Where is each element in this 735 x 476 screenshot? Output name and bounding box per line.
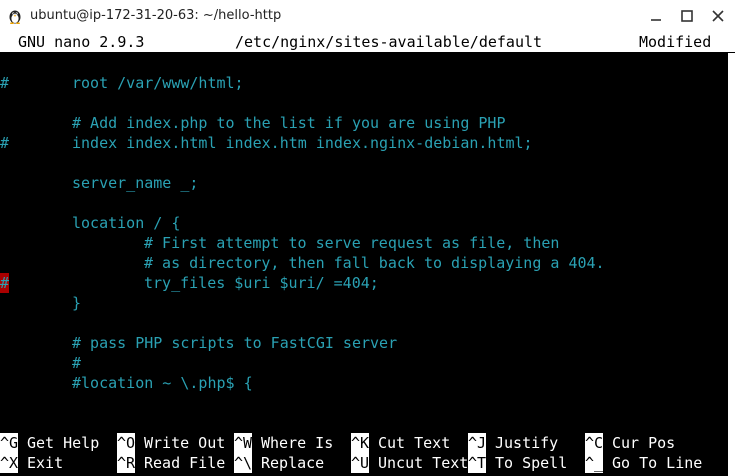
- editor-line[interactable]: # Add index.php to the list if you are u…: [0, 113, 728, 133]
- nano-header-bar: GNU nano 2.9.3 /etc/nginx/sites-availabl…: [0, 32, 735, 52]
- editor-line[interactable]: }: [0, 293, 728, 313]
- shortcut-key: ^W: [234, 433, 253, 453]
- maximize-icon[interactable]: [677, 6, 697, 26]
- editor-line[interactable]: # try_files $uri $uri/ =404;: [0, 273, 728, 293]
- editor-line[interactable]: [0, 153, 728, 173]
- shortcut-label: Justify: [495, 434, 559, 452]
- terminal-penguin-icon: [7, 8, 23, 24]
- terminal-window: ubuntu@ip-172-31-20-63: ~/hello-http GNU…: [0, 0, 735, 476]
- shortcut-label: To Spell: [495, 454, 568, 472]
- gutter-marker: [0, 93, 9, 113]
- file-path: /etc/nginx/sites-available/default: [235, 33, 543, 51]
- shortcut-key: ^J: [468, 433, 487, 453]
- shortcut-label: Cur Pos: [612, 434, 676, 452]
- shortcut-label: Exit: [27, 454, 64, 472]
- editor-line[interactable]: [0, 53, 728, 73]
- line-text: root /var/www/html;: [72, 74, 244, 92]
- scrollbar[interactable]: [728, 53, 735, 476]
- shortcut-key: ^X: [0, 453, 19, 473]
- editor-line[interactable]: # root /var/www/html;: [0, 73, 728, 93]
- shortcut-item[interactable]: ^R Read File: [117, 453, 234, 473]
- shortcut-bar: ^G Get Help ^O Write Out ^W Where Is ^K Cut Tex…: [0, 433, 728, 473]
- line-text: # pass PHP scripts to FastCGI server: [72, 334, 398, 352]
- editor-line[interactable]: server_name _;: [0, 173, 728, 193]
- editor-area[interactable]: # root /var/www/html; # Add index.php to t…: [0, 53, 728, 421]
- shortcut-key: ^C: [585, 433, 604, 453]
- editor-line[interactable]: [0, 93, 728, 113]
- gutter-marker: #: [0, 273, 9, 293]
- gutter-marker: [0, 193, 9, 213]
- editor-line[interactable]: location / {: [0, 213, 728, 233]
- shortcut-item[interactable]: ^O Write Out: [117, 433, 234, 453]
- gutter-marker: #: [0, 133, 9, 153]
- editor-line[interactable]: [0, 313, 728, 333]
- modified-status: Modified: [639, 33, 712, 51]
- shortcut-item[interactable]: ^G Get Help: [0, 433, 117, 453]
- shortcut-item[interactable]: ^T To Spell: [468, 453, 585, 473]
- nano-version: GNU nano 2.9.3: [18, 33, 145, 51]
- shortcut-label: Go To Line: [612, 454, 703, 472]
- gutter-marker: [0, 213, 9, 233]
- line-text: # Add index.php to the list if you are u…: [72, 114, 506, 132]
- gutter-char: #: [0, 274, 10, 292]
- editor-line[interactable]: #: [0, 353, 728, 373]
- shortcut-label: Get Help: [27, 434, 100, 452]
- window-title: ubuntu@ip-172-31-20-63: ~/hello-http: [30, 8, 282, 23]
- line-text: # as directory, then fall back to displa…: [144, 254, 605, 272]
- minimize-icon[interactable]: [646, 6, 666, 26]
- editor-line[interactable]: # First attempt to serve request as file…: [0, 233, 728, 253]
- shortcut-label: Replace: [261, 454, 325, 472]
- shortcut-label: Read File: [144, 454, 226, 472]
- gutter-marker: [0, 333, 9, 353]
- line-text: #: [72, 354, 82, 372]
- shortcut-item[interactable]: ^_ Go To Line: [585, 453, 702, 473]
- shortcut-item[interactable]: ^C Cur Pos: [585, 433, 702, 453]
- shortcut-label: Cut Text: [378, 434, 451, 452]
- shortcut-item[interactable]: ^J Justify: [468, 433, 585, 453]
- editor-line[interactable]: #location ~ \.php$ {: [0, 373, 728, 393]
- shortcut-key: ^T: [468, 453, 487, 473]
- line-text: }: [72, 294, 82, 312]
- shortcut-item[interactable]: ^U Uncut Text: [351, 453, 468, 473]
- gutter-char: #: [0, 74, 10, 92]
- shortcut-item[interactable]: ^X Exit: [0, 453, 117, 473]
- shortcut-key: ^U: [351, 453, 370, 473]
- gutter-marker: [0, 113, 9, 133]
- gutter-marker: [0, 253, 9, 273]
- shortcut-key: ^G: [0, 433, 19, 453]
- line-text: index index.html index.htm index.nginx-d…: [72, 134, 533, 152]
- line-text: server_name _;: [72, 174, 199, 192]
- gutter-char: #: [0, 134, 10, 152]
- shortcut-key: ^O: [117, 433, 136, 453]
- gutter-marker: #: [0, 73, 9, 93]
- shortcut-key: ^\: [234, 453, 253, 473]
- shortcut-key: ^R: [117, 453, 136, 473]
- line-text: # First attempt to serve request as file…: [144, 234, 560, 252]
- line-text: #location ~ \.php$ {: [72, 374, 253, 392]
- close-icon[interactable]: [708, 6, 728, 26]
- editor-line[interactable]: [0, 193, 728, 213]
- window-titlebar[interactable]: ubuntu@ip-172-31-20-63: ~/hello-http: [0, 0, 735, 32]
- gutter-marker: [0, 293, 9, 313]
- shortcut-item[interactable]: ^\ Replace: [234, 453, 351, 473]
- gutter-marker: [0, 353, 9, 373]
- editor-line[interactable]: # as directory, then fall back to displa…: [0, 253, 728, 273]
- shortcut-label: Uncut Text: [378, 454, 469, 472]
- editor-line[interactable]: # pass PHP scripts to FastCGI server: [0, 333, 728, 353]
- shortcut-item[interactable]: ^K Cut Text: [351, 433, 468, 453]
- editor-line[interactable]: # index index.html index.htm index.nginx-…: [0, 133, 728, 153]
- shortcut-label: Where Is: [261, 434, 334, 452]
- gutter-marker: [0, 313, 9, 333]
- gutter-marker: [0, 233, 9, 253]
- line-text: try_files $uri $uri/ =404;: [144, 274, 379, 292]
- shortcut-key: ^K: [351, 433, 370, 453]
- shortcut-item[interactable]: ^W Where Is: [234, 433, 351, 453]
- gutter-marker: [0, 373, 9, 393]
- gutter-marker: [0, 53, 9, 73]
- shortcut-label: Write Out: [144, 434, 226, 452]
- gutter-marker: [0, 173, 9, 193]
- shortcut-key: ^_: [585, 453, 604, 473]
- line-text: location / {: [72, 214, 181, 232]
- gutter-marker: [0, 153, 9, 173]
